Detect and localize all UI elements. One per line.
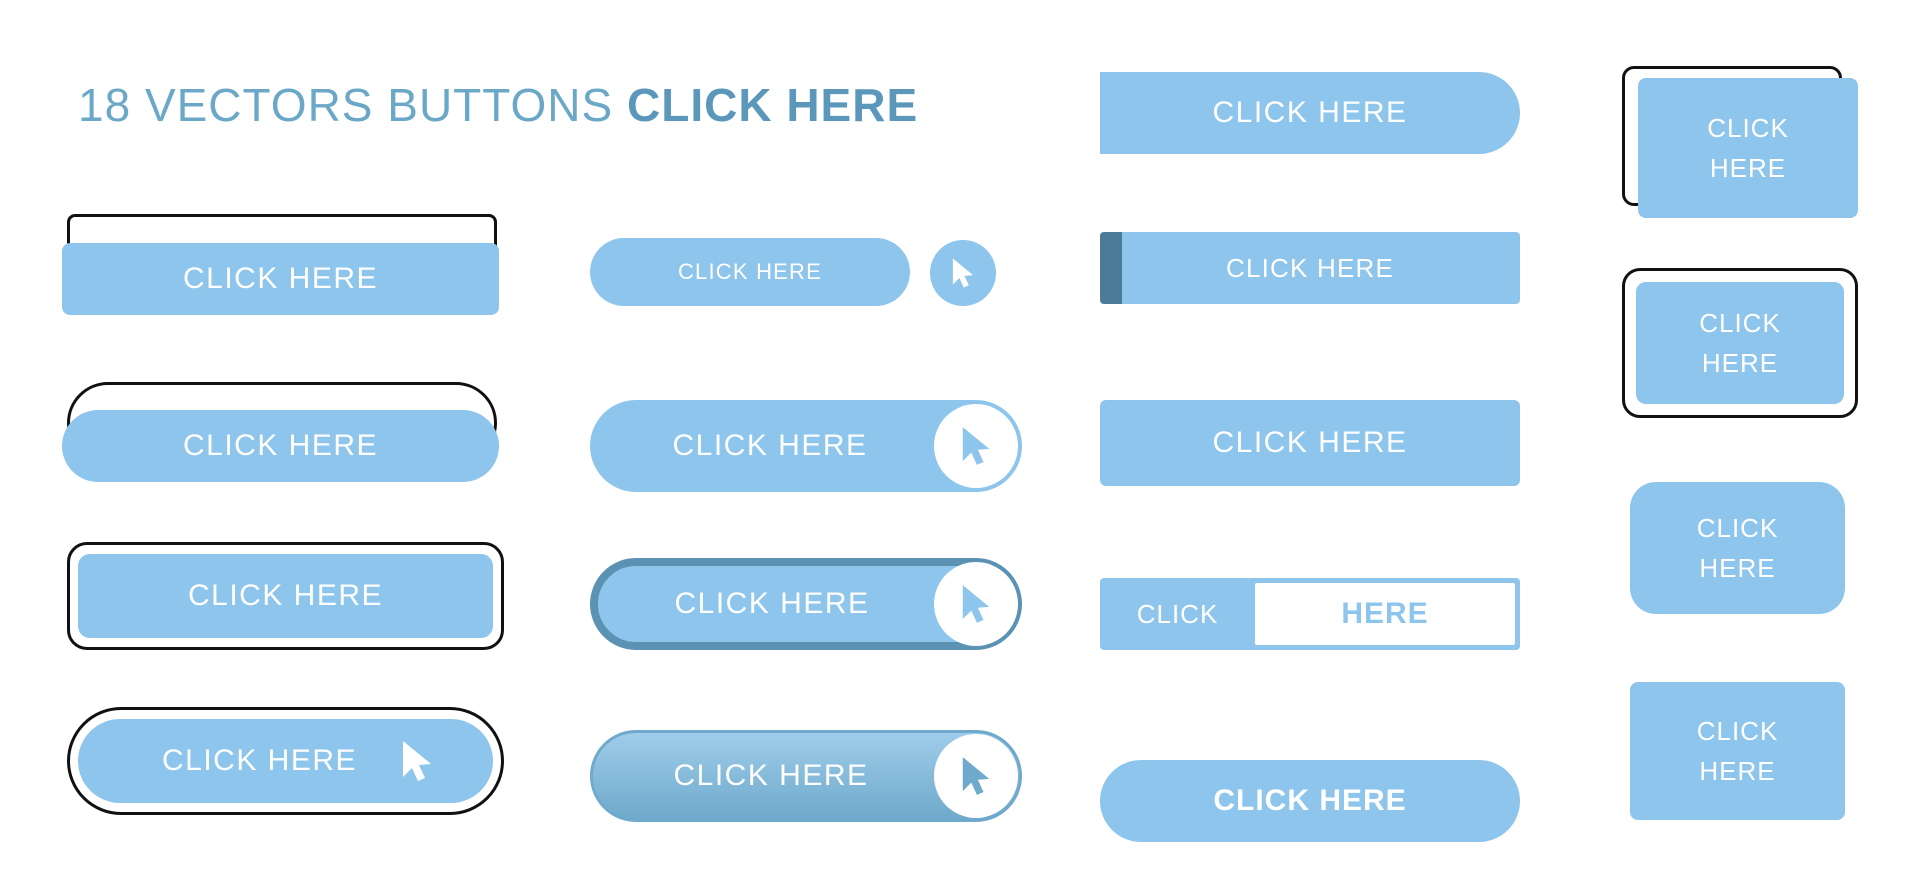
button-col1-row1[interactable]: CLICK HERE xyxy=(62,243,499,315)
col3-row4-left-segment[interactable]: CLICK xyxy=(1100,578,1255,650)
button-col3-row2[interactable]: CLICK HERE xyxy=(1100,232,1520,304)
page-title-emphasis: CLICK HERE xyxy=(627,79,919,131)
button-col1-row3[interactable]: CLICK HERE xyxy=(78,554,493,638)
button-label: CLICK HERE xyxy=(1212,96,1408,129)
button-label: CLICK HERE xyxy=(182,262,379,295)
button-col1-row4[interactable]: CLICK HERE xyxy=(78,719,493,803)
button-col1-row2[interactable]: CLICK HERE xyxy=(62,410,499,482)
col2-row1-cursor-button[interactable] xyxy=(930,240,996,306)
cursor-arrow-icon xyxy=(959,755,993,797)
button-label: CLICK HERE xyxy=(1225,252,1395,283)
button-label: CLICK HERE xyxy=(677,259,823,284)
button-col4-row3[interactable]: CLICK HERE xyxy=(1630,482,1845,614)
button-label: CLICK HERE xyxy=(1696,716,1779,786)
buttons-showcase: 18 VECTORS BUTTONS CLICK HERE CLICK HERE… xyxy=(0,0,1920,891)
col3-row4-right-segment[interactable]: HERE xyxy=(1255,583,1515,645)
button-col3-row1[interactable]: CLICK HERE xyxy=(1100,72,1520,154)
cursor-arrow-icon xyxy=(959,583,993,625)
col2-row2-cursor-badge[interactable] xyxy=(934,404,1018,488)
button-label: CLICK HERE xyxy=(161,744,358,777)
button-label: CLICK HERE xyxy=(1696,513,1779,583)
button-col4-row4[interactable]: CLICK HERE xyxy=(1630,682,1845,820)
page-title-prefix: 18 VECTORS BUTTONS xyxy=(78,79,627,131)
button-label: CLICK HERE xyxy=(674,587,870,620)
button-col3-row4[interactable]: CLICK HERE xyxy=(1100,578,1520,650)
button-col2-row1[interactable]: CLICK HERE xyxy=(590,238,910,306)
cursor-arrow-icon xyxy=(959,425,993,467)
button-label: CLICK HERE xyxy=(1707,113,1789,183)
button-label-left: CLICK xyxy=(1136,598,1219,629)
button-label: CLICK HERE xyxy=(672,429,868,462)
page-title: 18 VECTORS BUTTONS CLICK HERE xyxy=(78,78,918,132)
button-col4-row2[interactable]: CLICK HERE xyxy=(1636,282,1844,404)
button-col3-row3[interactable]: CLICK HERE xyxy=(1100,400,1520,486)
button-label: CLICK HERE xyxy=(187,579,384,612)
button-col3-row5[interactable]: CLICK HERE xyxy=(1100,760,1520,842)
button-col4-row1[interactable]: CLICK HERE xyxy=(1638,78,1858,218)
button-label-right: HERE xyxy=(1341,597,1429,630)
button-label: CLICK HERE xyxy=(1699,308,1781,378)
cursor-arrow-icon xyxy=(950,257,976,289)
button-label: CLICK HERE xyxy=(1213,784,1407,817)
cursor-arrow-icon xyxy=(399,739,435,783)
col2-row3-cursor-badge[interactable] xyxy=(934,562,1018,646)
button-label: CLICK HERE xyxy=(673,759,869,792)
button-label: CLICK HERE xyxy=(1212,426,1408,459)
button-label: CLICK HERE xyxy=(182,429,379,462)
col2-row4-cursor-badge[interactable] xyxy=(934,734,1018,818)
col3-row2-accent-bar xyxy=(1100,232,1122,304)
